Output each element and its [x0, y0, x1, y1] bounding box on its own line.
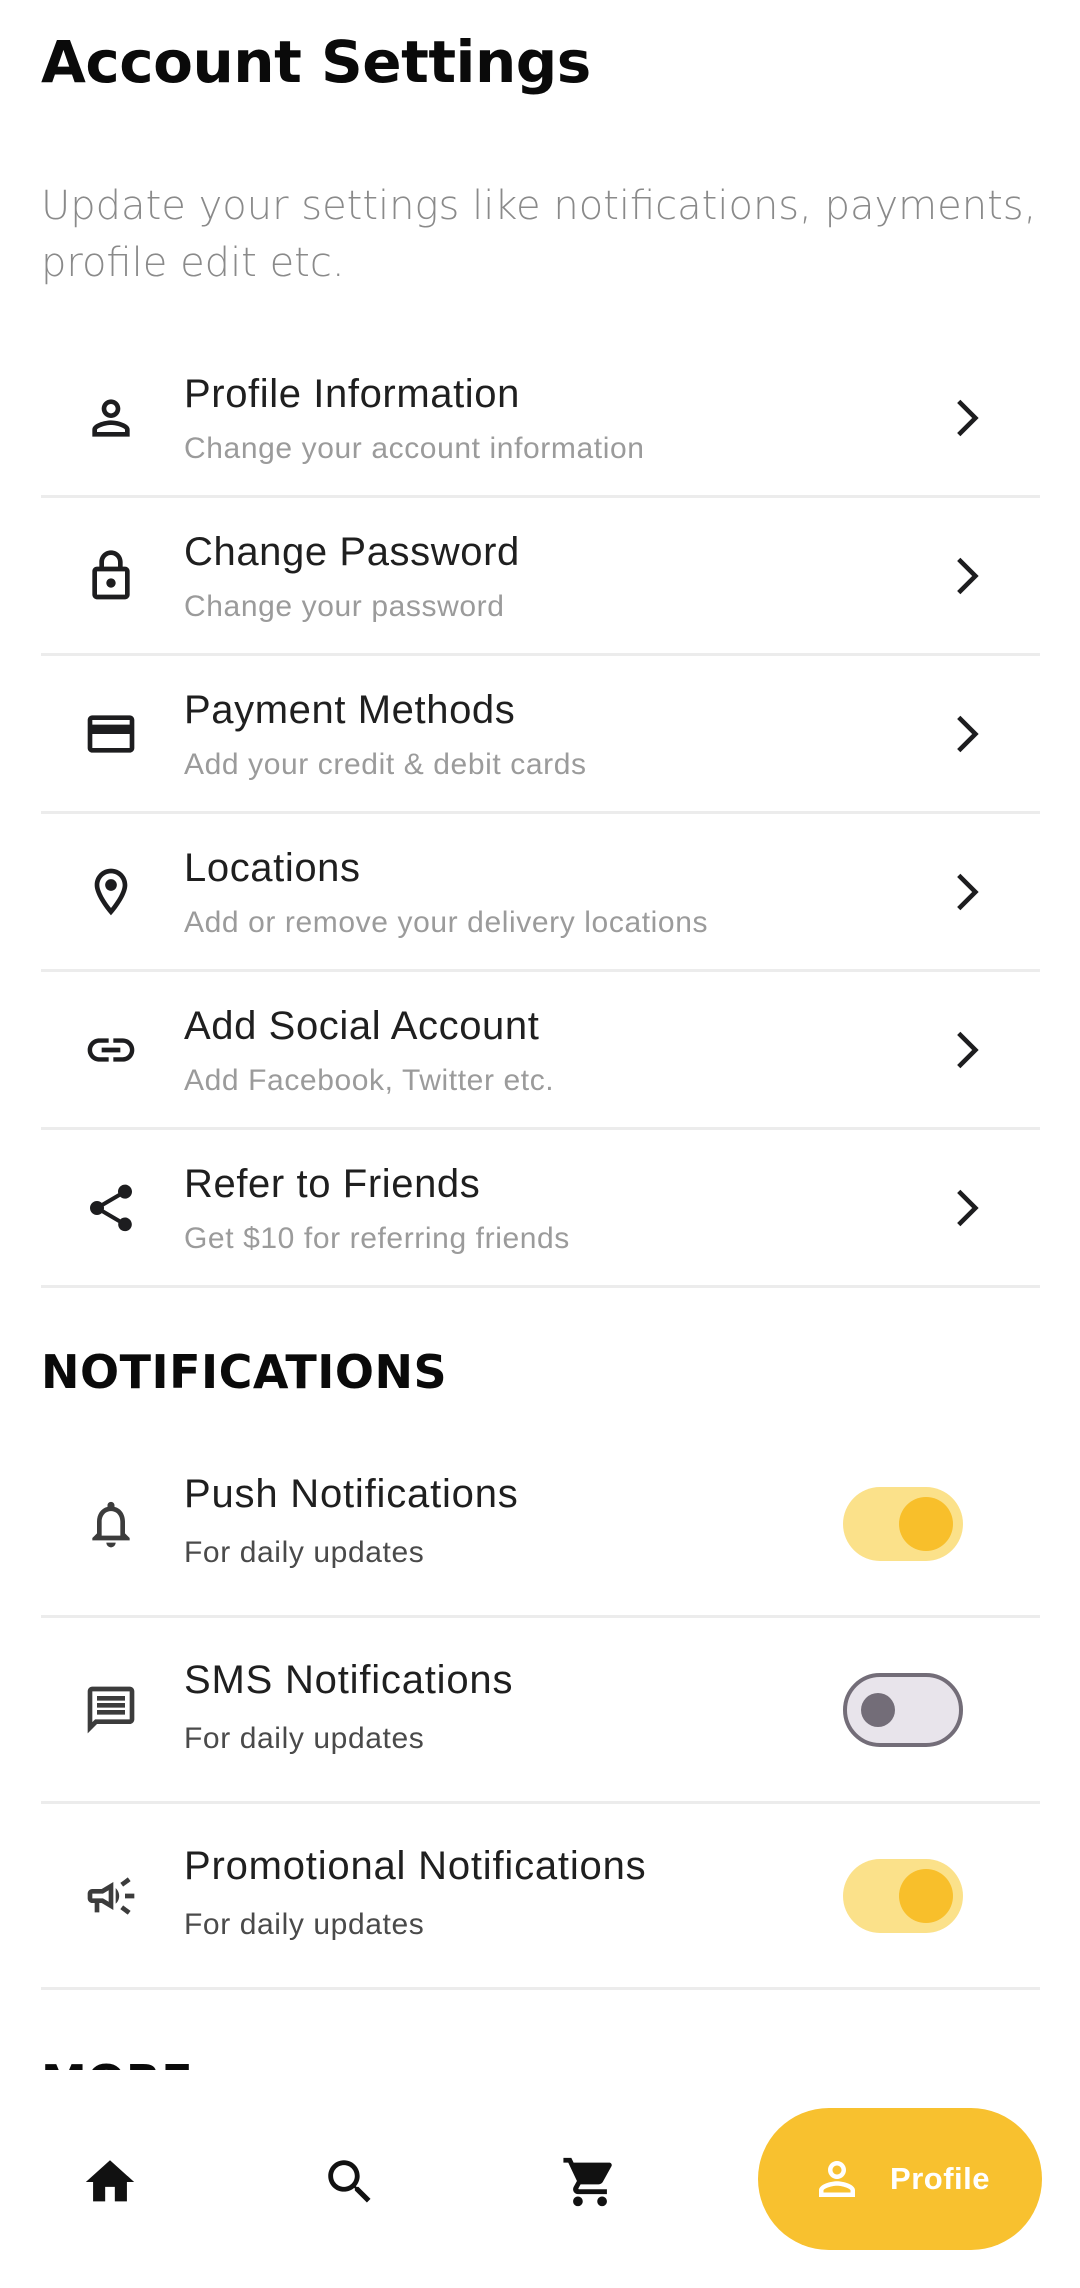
settings-item-subtitle: Add your credit & debit cards — [184, 748, 587, 781]
settings-item-add-social-account[interactable]: Add Social Account Add Facebook, Twitter… — [41, 972, 1040, 1130]
bell-icon — [81, 1494, 141, 1554]
chevron-right-icon — [957, 715, 979, 752]
notifications-section-header: NOTIFICATIONS — [41, 1345, 448, 1399]
notifications-list: Push Notifications For daily updates SMS… — [41, 1432, 1040, 1990]
settings-item-subtitle: Change your account information — [184, 432, 645, 465]
notification-item-title: Promotional Notifications — [184, 1844, 647, 1888]
notification-item-subtitle: For daily updates — [184, 1722, 425, 1755]
toggle-knob — [861, 1692, 895, 1727]
chevron-right-icon — [957, 557, 979, 594]
share-icon — [81, 1178, 141, 1238]
push-notifications-toggle[interactable] — [843, 1486, 963, 1561]
settings-item-subtitle: Change your password — [184, 590, 505, 623]
notification-item-subtitle: For daily updates — [184, 1536, 425, 1569]
settings-item-title: Payment Methods — [184, 688, 516, 732]
notification-item-promotional: Promotional Notifications For daily upda… — [41, 1804, 1040, 1990]
settings-item-title: Refer to Friends — [184, 1162, 481, 1206]
notification-item-sms: SMS Notifications For daily updates — [41, 1618, 1040, 1804]
chevron-right-icon — [957, 1189, 979, 1226]
chevron-right-icon — [957, 873, 979, 910]
notification-item-push: Push Notifications For daily updates — [41, 1432, 1040, 1618]
page-title: Account Settings — [41, 28, 591, 96]
search-icon — [328, 2160, 371, 2203]
location-pin-icon — [81, 862, 141, 922]
bottom-navigation-bar: Profile — [0, 2070, 1080, 2288]
chevron-right-icon — [957, 399, 979, 436]
settings-item-locations[interactable]: Locations Add or remove your delivery lo… — [41, 814, 1040, 972]
sms-notifications-toggle[interactable] — [843, 1672, 963, 1747]
person-icon — [819, 2161, 856, 2197]
promotional-notifications-toggle[interactable] — [843, 1858, 963, 1933]
megaphone-icon — [81, 1866, 141, 1926]
notification-item-subtitle: For daily updates — [184, 1908, 425, 1941]
message-icon — [81, 1680, 141, 1740]
nav-profile-label: Profile — [890, 2161, 990, 2196]
settings-item-subtitle: Add Facebook, Twitter etc. — [184, 1064, 555, 1097]
settings-item-subtitle: Add or remove your delivery locations — [184, 906, 709, 939]
settings-item-title: Add Social Account — [184, 1004, 540, 1048]
credit-card-icon — [81, 704, 141, 764]
settings-item-title: Locations — [184, 846, 361, 890]
toggle-knob — [899, 1496, 953, 1551]
nav-home[interactable] — [80, 2152, 140, 2212]
settings-item-title: Change Password — [184, 530, 520, 574]
lock-icon — [81, 546, 141, 606]
cart-icon — [563, 2157, 612, 2207]
settings-item-subtitle: Get $10 for referring friends — [184, 1222, 570, 1255]
nav-cart[interactable] — [560, 2152, 620, 2212]
notification-item-title: SMS Notifications — [184, 1658, 514, 1702]
person-icon — [81, 388, 141, 448]
settings-item-refer-to-friends[interactable]: Refer to Friends Get $10 for referring f… — [41, 1130, 1040, 1288]
notification-item-title: Push Notifications — [184, 1472, 519, 1516]
chevron-right-icon — [957, 1031, 979, 1068]
settings-item-payment-methods[interactable]: Payment Methods Add your credit & debit … — [41, 656, 1040, 814]
nav-profile-active[interactable]: Profile — [758, 2108, 1042, 2250]
toggle-knob — [899, 1868, 953, 1923]
settings-item-profile-information[interactable]: Profile Information Change your account … — [41, 340, 1040, 498]
home-icon — [85, 2160, 135, 2202]
settings-list: Profile Information Change your account … — [41, 340, 1040, 1288]
settings-item-title: Profile Information — [184, 372, 520, 416]
settings-item-change-password[interactable]: Change Password Change your password — [41, 498, 1040, 656]
link-icon — [81, 1020, 141, 1080]
page-subtitle: Update your settings like notifications,… — [41, 183, 1037, 286]
nav-search[interactable] — [320, 2152, 380, 2212]
